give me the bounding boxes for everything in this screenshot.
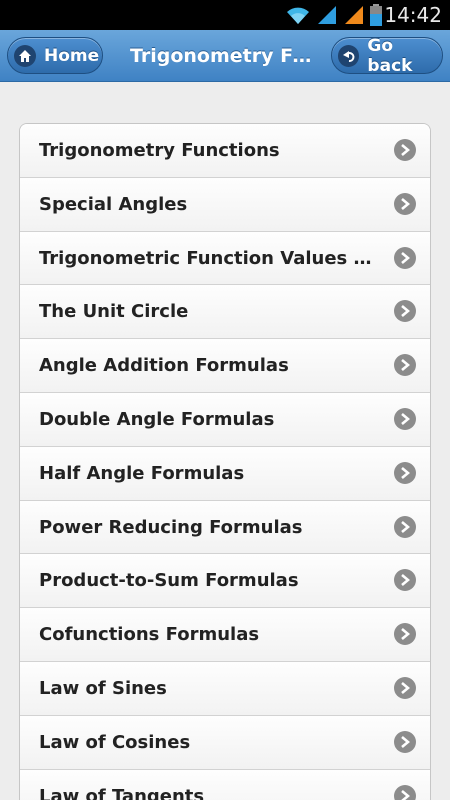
chevron-right-icon: [394, 569, 416, 592]
chevron-right-icon: [394, 784, 416, 800]
header-bar: Home Trigonometry For... Go back: [0, 30, 450, 82]
list-item[interactable]: Double Angle Formulas: [20, 392, 430, 447]
list-item-label: Double Angle Formulas: [39, 408, 275, 430]
chevron-right-icon: [394, 139, 416, 161]
list-item-label: Trigonometric Function Values in Q...: [39, 247, 372, 269]
list-item[interactable]: Power Reducing Formulas: [20, 500, 430, 555]
list-item-label: Law of Cosines: [39, 731, 191, 753]
list-item[interactable]: Angle Addition Formulas: [20, 339, 430, 393]
home-button[interactable]: Home: [7, 37, 103, 74]
list-item-label: Law of Tangents: [39, 785, 205, 800]
list-item[interactable]: Cofunctions Formulas: [20, 608, 430, 662]
list-item-label: The Unit Circle: [39, 301, 189, 323]
list-item[interactable]: Product-to-Sum Formulas: [20, 554, 430, 609]
list-item-label: Half Angle Formulas: [39, 462, 245, 484]
list-item-label: Angle Addition Formulas: [39, 355, 289, 377]
battery-icon: [370, 4, 382, 30]
chevron-right-icon: [394, 515, 416, 538]
page-title: Trigonometry For...: [130, 45, 320, 67]
chevron-right-icon: [394, 623, 416, 646]
list-item[interactable]: Trigonometry Functions: [20, 124, 430, 178]
chevron-right-icon: [394, 354, 416, 377]
list-item-label: Product-to-Sum Formulas: [39, 570, 299, 592]
list-item-label: Trigonometry Functions: [39, 140, 280, 161]
list-item[interactable]: Law of Tangents: [20, 769, 430, 800]
list-item[interactable]: Law of Cosines: [20, 715, 430, 770]
back-arrow-icon: [338, 44, 360, 67]
chevron-right-icon: [394, 246, 416, 269]
signal-icon: [343, 4, 365, 30]
list-item[interactable]: Law of Sines: [20, 661, 430, 716]
list-item[interactable]: Half Angle Formulas: [20, 446, 430, 501]
chevron-right-icon: [394, 192, 416, 215]
chevron-right-icon: [394, 676, 416, 699]
list-item[interactable]: Special Angles: [20, 177, 430, 232]
chevron-right-icon: [394, 407, 416, 430]
formula-list: Trigonometry Functions Special Angles Tr…: [19, 123, 431, 800]
list-item-label: Law of Sines: [39, 677, 167, 699]
list-item-label: Power Reducing Formulas: [39, 516, 303, 538]
list-item[interactable]: Trigonometric Function Values in Q...: [20, 231, 430, 286]
status-bar: 14:42: [0, 0, 450, 30]
list-item[interactable]: The Unit Circle: [20, 285, 430, 340]
go-back-button[interactable]: Go back: [331, 35, 443, 76]
list-item-label: Cofunctions Formulas: [39, 624, 260, 646]
go-back-button-label: Go back: [367, 35, 413, 76]
clock: 14:42: [384, 3, 442, 27]
home-icon: [14, 44, 36, 67]
chevron-right-icon: [394, 461, 416, 484]
chevron-right-icon: [394, 300, 416, 323]
home-button-label: Home: [44, 45, 100, 66]
chevron-right-icon: [394, 730, 416, 753]
wifi-icon: [285, 4, 311, 30]
list-item-label: Special Angles: [39, 193, 188, 215]
signal-icon: [316, 4, 338, 30]
